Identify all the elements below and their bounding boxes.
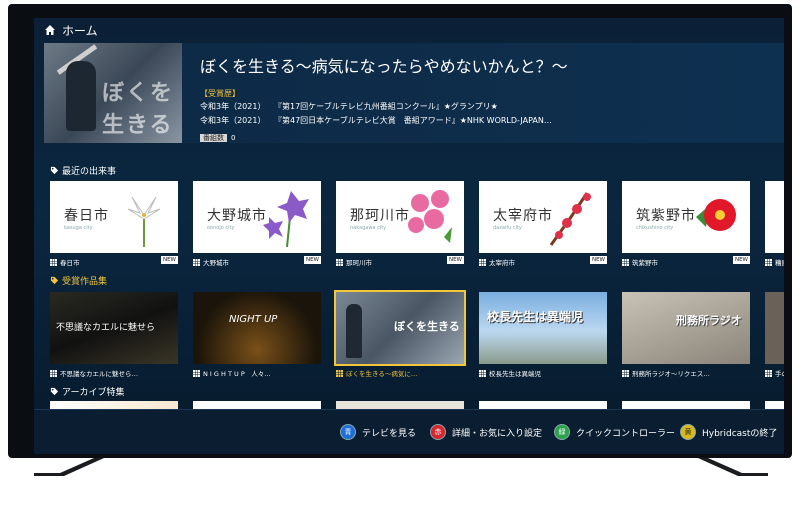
quick-controller-button[interactable]: 緑 クイックコントローラー [554, 424, 675, 440]
red-key-icon: 赤 [430, 424, 446, 440]
bellflower-icon [263, 191, 309, 247]
section-title-archive: アーカイブ特集 [50, 385, 124, 398]
grid-icon [622, 369, 629, 377]
grid-icon [479, 258, 486, 266]
card-caption: 校長先生は異端児 [489, 370, 541, 378]
new-badge: NEW [160, 256, 178, 264]
section-title-recent: 最近の出来事 [50, 164, 116, 177]
card-caption: ぼくを生きる～病気に… [346, 370, 418, 378]
card-caption: 手の [775, 370, 784, 378]
blue-key-icon: 青 [340, 424, 356, 440]
new-badge: NEW [303, 256, 321, 264]
top-bar: ホーム [34, 18, 784, 42]
card-caption: 不思議なカエルに魅せら… [60, 370, 138, 378]
card-caption: 糟屋 [775, 259, 784, 267]
green-key-icon: 緑 [554, 424, 570, 440]
award-card[interactable]: NIGHT UP N I G H T U P 人々… [193, 292, 321, 380]
new-badge: NEW [732, 256, 750, 264]
grid-icon [193, 369, 200, 377]
tv-stand-right [698, 458, 768, 476]
new-badge: NEW [446, 256, 464, 264]
award-card[interactable]: 不思議なカエルに魅せら 不思議なカエルに魅せら… [50, 292, 178, 380]
page-title: ホーム [62, 23, 98, 38]
card-thumbnail: 不思議なカエルに魅せら [50, 292, 178, 364]
card-caption: 春日市 [60, 259, 80, 267]
recent-row: 春日市 kasuga city 春日市 NEW 大野城市 oonojo city… [50, 181, 784, 269]
card-thumbnail: 筑紫野市 chikushino city [622, 181, 750, 253]
grid-icon [765, 258, 772, 266]
award-label: 【受賞歴】 [200, 89, 240, 98]
new-badge: NEW [589, 256, 607, 264]
tag-icon [50, 387, 59, 396]
hero-banner[interactable]: ぼくを生きる ぼくを生きる～病気になったらやめないかんと？～ 【受賞歴】 令和3… [44, 43, 784, 143]
award-card-selected[interactable]: ぼくを生きる ぼくを生きる～病気に… [334, 290, 466, 380]
hero-image-text: ぼくを生きる [102, 81, 175, 138]
home-icon [45, 25, 55, 35]
recent-card[interactable]: 春日市 kasuga city 春日市 NEW [50, 181, 178, 269]
grid-icon [336, 258, 343, 266]
award-line: 令和3年（2021） 『第47回日本ケーブルテレビ大賞 番組アワード』★NHK W… [200, 116, 552, 125]
grid-icon [50, 258, 57, 266]
card-thumbnail [765, 292, 784, 364]
recent-card[interactable]: 糟屋 [765, 181, 784, 269]
award-card[interactable]: 刑務所ラジオ 刑務所ラジオ～リクエス… [622, 292, 750, 380]
card-thumbnail: 刑務所ラジオ [622, 292, 750, 364]
grid-icon [479, 369, 486, 377]
grid-icon [50, 369, 57, 377]
plum-blossom-icon [549, 192, 591, 246]
details-favorites-button[interactable]: 赤 詳細・お気に入り設定 [430, 424, 542, 440]
card-caption: 筑紫野市 [632, 259, 658, 267]
award-line: 令和3年（2021） 『第17回ケーブルテレビ九州番組コンクール』★グランプリ★ [200, 102, 498, 111]
grid-icon [765, 369, 772, 377]
azalea-icon [408, 190, 452, 243]
lily-icon [127, 196, 161, 247]
tag-icon [50, 166, 59, 175]
exit-hybridcast-button[interactable]: 黄 Hybridcastの終了 [680, 424, 777, 440]
grid-icon [336, 369, 343, 377]
recent-card[interactable]: 太宰府市 dazaifu city 太宰府市 NEW [479, 181, 607, 269]
tv-stand-left [34, 458, 104, 476]
award-card[interactable]: 手の [765, 292, 784, 380]
recent-card[interactable]: 那珂川市 nakagawa city 那珂川市 NEW [336, 181, 464, 269]
hero-image: ぼくを生きる [44, 43, 182, 143]
card-thumbnail: NIGHT UP [193, 292, 321, 364]
bottom-button-bar: 青 テレビを見る 赤 詳細・お気に入り設定 緑 クイックコントローラー 黄 Hy… [34, 409, 784, 454]
tag-icon [50, 276, 59, 285]
watch-tv-button[interactable]: 青 テレビを見る [340, 424, 416, 440]
grid-icon [193, 258, 200, 266]
card-thumbnail: 太宰府市 dazaifu city [479, 181, 607, 253]
section-title-awards: 受賞作品集 [50, 274, 107, 287]
card-caption: 太宰府市 [489, 259, 515, 267]
card-caption: 那珂川市 [346, 259, 372, 267]
card-thumbnail [765, 181, 784, 253]
tv-screen: ホーム ぼくを生きる ぼくを生きる～病気になったらやめないかんと？～ 【受賞歴】… [34, 18, 784, 454]
card-caption: N I G H T U P 人々… [203, 370, 271, 378]
card-thumbnail: 那珂川市 nakagawa city [336, 181, 464, 253]
card-thumbnail: 大野城市 oonojo city [193, 181, 321, 253]
camellia-icon [696, 199, 736, 231]
card-caption: 大野城市 [203, 259, 229, 267]
hero-title: ぼくを生きる～病気になったらやめないかんと？～ [200, 57, 568, 76]
recent-card[interactable]: 筑紫野市 chikushino city 筑紫野市 NEW [622, 181, 750, 269]
grid-icon [622, 258, 629, 266]
program-count-badge: 番組数 0 [200, 133, 235, 143]
tv-frame: ホーム ぼくを生きる ぼくを生きる～病気になったらやめないかんと？～ 【受賞歴】… [8, 4, 792, 458]
card-thumbnail: ぼくを生きる [334, 290, 466, 366]
award-card[interactable]: 校長先生は異端児 校長先生は異端児 [479, 292, 607, 380]
card-caption: 刑務所ラジオ～リクエス… [632, 370, 710, 378]
card-thumbnail: 校長先生は異端児 [479, 292, 607, 364]
recent-card[interactable]: 大野城市 oonojo city 大野城市 NEW [193, 181, 321, 269]
awards-row: 不思議なカエルに魅せら 不思議なカエルに魅せら… NIGHT UP N I G … [50, 290, 784, 380]
card-thumbnail: 春日市 kasuga city [50, 181, 178, 253]
yellow-key-icon: 黄 [680, 424, 696, 440]
